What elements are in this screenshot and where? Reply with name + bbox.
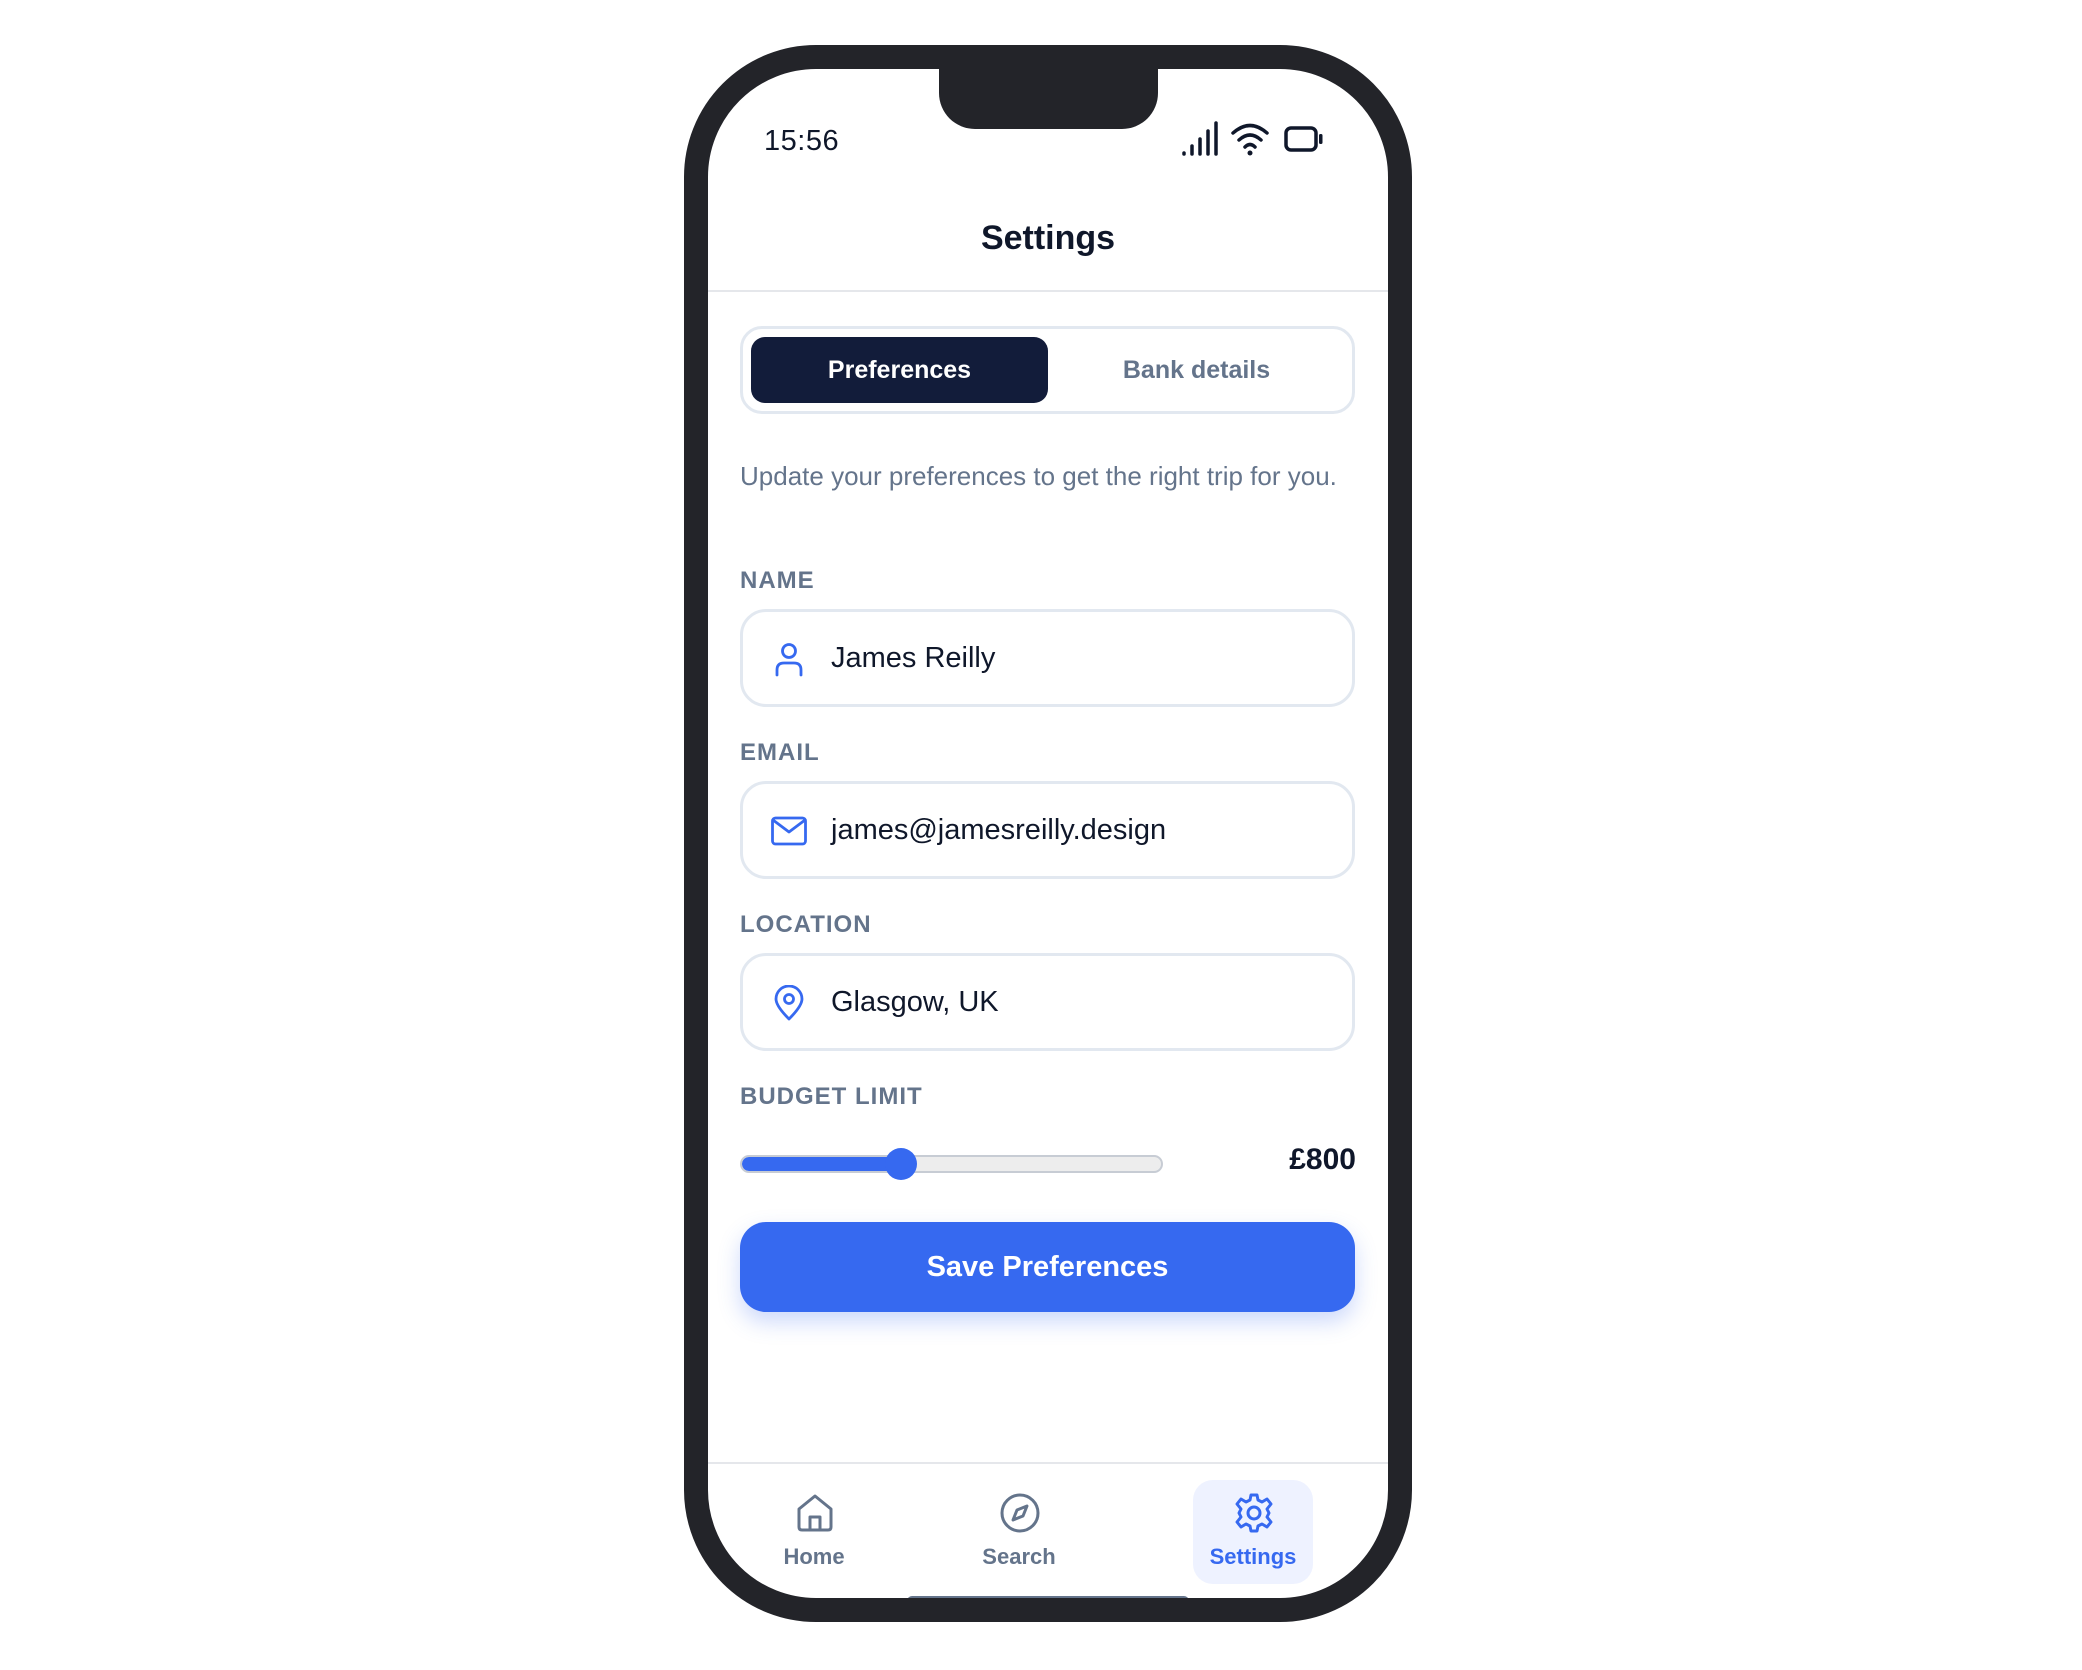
intro-text: Update your preferences to get the right… xyxy=(740,461,1337,491)
map-pin-icon xyxy=(774,985,804,1021)
nav-home[interactable]: Home xyxy=(754,1480,874,1584)
wifi-icon xyxy=(1231,123,1269,156)
tab-preferences[interactable]: Preferences xyxy=(751,337,1048,403)
header-divider xyxy=(708,290,1388,292)
mail-icon xyxy=(771,816,807,846)
location-value: Glasgow, UK xyxy=(831,986,999,1018)
budget-label: BUDGET LIMIT xyxy=(740,1083,923,1110)
save-preferences-button[interactable]: Save Preferences xyxy=(740,1222,1355,1312)
email-value: james@jamesreilly.design xyxy=(831,814,1167,846)
nav-settings-label: Settings xyxy=(1209,1544,1297,1569)
battery-icon xyxy=(1284,126,1323,152)
budget-slider-thumb[interactable] xyxy=(884,1148,917,1180)
name-field[interactable]: James Reilly xyxy=(740,609,1355,707)
home-indicator xyxy=(907,1596,1189,1598)
budget-slider-track[interactable] xyxy=(740,1155,1163,1173)
nav-search[interactable]: Search xyxy=(959,1480,1079,1584)
location-label: LOCATION xyxy=(740,911,872,938)
page-title: Settings xyxy=(980,219,1116,257)
nav-search-label: Search xyxy=(982,1544,1056,1569)
name-label: NAME xyxy=(740,567,815,594)
email-label: EMAIL xyxy=(740,739,820,766)
tab-bank-details[interactable]: Bank details xyxy=(1048,337,1345,403)
notch xyxy=(939,69,1158,129)
budget-value: £800 xyxy=(1289,1143,1356,1176)
nav-settings[interactable]: Settings xyxy=(1193,1480,1313,1584)
user-icon xyxy=(775,643,803,677)
compass-icon xyxy=(1000,1493,1040,1533)
segmented-tabs: Preferences Bank details xyxy=(740,326,1355,414)
gear-icon xyxy=(1235,1493,1273,1533)
name-value: James Reilly xyxy=(831,642,996,674)
location-field[interactable]: Glasgow, UK xyxy=(740,953,1355,1051)
signal-icon xyxy=(1182,121,1218,156)
email-field[interactable]: james@jamesreilly.design xyxy=(740,781,1355,879)
home-icon xyxy=(797,1494,833,1532)
nav-divider xyxy=(708,1462,1388,1464)
nav-home-label: Home xyxy=(783,1544,845,1569)
status-time: 15:56 xyxy=(764,125,840,157)
phone-frame: 15:56 Settings Preferences Bank details … xyxy=(684,45,1412,1622)
budget-slider-fill xyxy=(742,1157,902,1171)
